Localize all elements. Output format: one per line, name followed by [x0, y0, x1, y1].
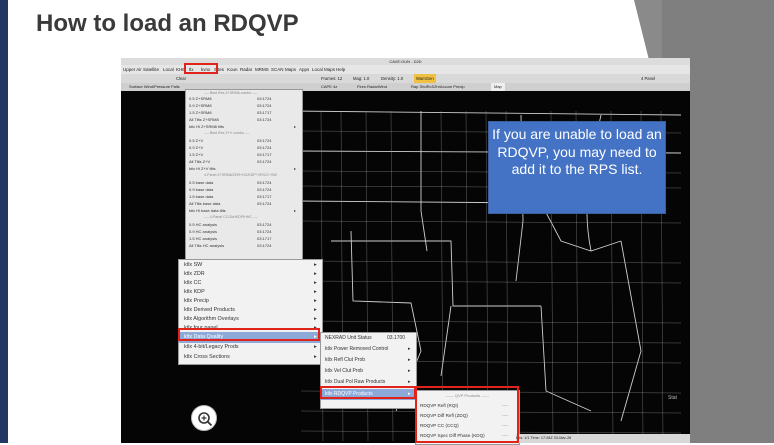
- rdqvp-item-refl[interactable]: RDQVP Refl (RQI) ----: [416, 401, 519, 411]
- menu-item[interactable]: All Tilts Z+V: [189, 159, 210, 164]
- menu-item[interactable]: 0.9 base data: [189, 187, 213, 192]
- menu-item[interactable]: All Tilts Z+SRM8: [189, 117, 219, 122]
- warngen-button[interactable]: WarnGen: [414, 74, 436, 83]
- submenu-arrow-icon: ▸: [314, 354, 317, 360]
- menu-item-time: 03:1717: [257, 152, 272, 157]
- menu-item[interactable]: 1.5 HC analysis: [189, 236, 217, 241]
- menu-item-time: 03:1724: [257, 222, 272, 227]
- submenu-item[interactable]: ktlx Power Removed Control ▸: [321, 344, 416, 355]
- rdqvp-item-kdp[interactable]: RDQVP Spec Diff Phase (KDQ) ----: [416, 431, 519, 441]
- menu-apps[interactable]: Apps: [299, 65, 309, 74]
- menubar: Upper Air Satellite Local KHB tlx kvnx S…: [121, 65, 690, 74]
- submenu-arrow-icon: ▸: [294, 124, 297, 129]
- menu-item[interactable]: 0.9 Z+SRM8: [189, 103, 212, 108]
- menu-item-time: 03:1717: [257, 110, 272, 115]
- menu-item-time: 03:1724: [257, 243, 272, 248]
- menu-koun[interactable]: Koun: [227, 65, 238, 74]
- submenu-arrow-icon: ▸: [294, 208, 297, 213]
- menu-item-time: 03:1724: [257, 96, 272, 101]
- menu-item[interactable]: 1.5 Z+SRM8: [189, 110, 212, 115]
- tlx-dropdown-menu: ---- Best Res Z+SRM8 combo ---- 0.5 Z+SR…: [185, 89, 303, 263]
- menu-separator: ---- Best Res Z+V combo ----: [204, 131, 250, 135]
- frames-selector[interactable]: Frames: 12: [321, 74, 342, 83]
- zoom-button[interactable]: [191, 405, 217, 431]
- menu-item[interactable]: ktlx Hi Z+SRM8 tilts: [189, 124, 224, 129]
- tab-rap-precip[interactable]: Rap ShdRcS2hrAccum Precip: [411, 83, 465, 91]
- menu-item-time: 03:1724: [257, 103, 272, 108]
- submenu-item-rdqvp-products[interactable]: ktlx RDQVP Products ▸: [321, 389, 416, 400]
- menu-item[interactable]: All Tilts HC analysis: [189, 243, 224, 248]
- menu-separator: 4-Panel Z+SRM8/ZDR+HC/KDP+VR/CC+SW: [204, 173, 277, 177]
- menu-satellite[interactable]: Satellite: [143, 65, 159, 74]
- menu-item[interactable]: 0.9 HC analysis: [189, 229, 217, 234]
- menu-item-time: 03:1717: [257, 194, 272, 199]
- menu-mrms[interactable]: MRMS: [255, 65, 269, 74]
- tab-surface-wind[interactable]: Surface Wind/Pressure Falls: [129, 83, 180, 91]
- menu-item[interactable]: 0.5 base data: [189, 180, 213, 185]
- submenu-arrow-icon: ▸: [408, 391, 411, 397]
- tab-map[interactable]: Map: [491, 83, 505, 91]
- submenu-arrow-icon: ▸: [408, 357, 411, 363]
- rdqvp-item-diff-refl[interactable]: RDQVP Diff Refl (ZDQ) ----: [416, 411, 519, 421]
- tab-fires[interactable]: Fires RadarWind: [357, 83, 387, 91]
- menu-local[interactable]: Local: [163, 65, 174, 74]
- menu-item[interactable]: 1.5 base data: [189, 194, 213, 199]
- menu-item[interactable]: ktlx Hi Z+V tilts: [189, 166, 216, 171]
- menu-item-time: 03:1724: [257, 180, 272, 185]
- slide-title: How to load an RDQVP: [36, 10, 299, 37]
- menu-separator: ---- 4-Panel CC/Zdr/KDP/HHC ----: [204, 215, 258, 219]
- magnifier-icon: [198, 412, 213, 427]
- submenu-arrow-icon: ▸: [408, 346, 411, 352]
- mag-selector[interactable]: Mag: 1.0: [353, 74, 369, 83]
- menu-item-time: 03:1724: [257, 145, 272, 150]
- menu-item-time: 03:1724: [257, 159, 272, 164]
- menu-item-time: 03:1724: [257, 201, 272, 206]
- tlx-product-submenu: ktlx SW ▸ ktlx ZDR ▸ ktlx CC ▸ ktlx KDP ▸ kt…: [178, 259, 323, 365]
- submenu-item[interactable]: ktlx Vel Clut Prob ▸: [321, 366, 416, 377]
- menu-help[interactable]: Help: [336, 65, 345, 74]
- submenu-item[interactable]: ktlx Refl Clut Prob ▸: [321, 355, 416, 366]
- menu-item[interactable]: ktlx Hi base data tilts: [189, 208, 226, 213]
- toolbar: Clear Frames: 12 Mag: 1.0 Density: 1.0 W…: [121, 74, 690, 83]
- submenu-arrow-icon: ▸: [294, 166, 297, 171]
- menu-item-time: 03:1724: [257, 138, 272, 143]
- menu-item[interactable]: 0.5 HC analysis: [189, 222, 217, 227]
- tab-cape[interactable]: CAPE 4z: [321, 83, 337, 91]
- menu-radar[interactable]: Radar: [240, 65, 252, 74]
- submenu-header: ------ QVP Products ------: [445, 393, 490, 398]
- submenu-item[interactable]: ktlx Cross Sections ▸: [179, 352, 322, 363]
- submenu-arrow-icon: ▸: [408, 379, 411, 385]
- menu-maps[interactable]: Maps: [285, 65, 296, 74]
- submenu-item[interactable]: ktlx Dual Pol Raw Products ▸: [321, 377, 416, 388]
- menu-kvnx[interactable]: kvnx: [201, 65, 210, 74]
- density-selector[interactable]: Density: 1.0: [381, 74, 403, 83]
- menu-item-time: 03:1717: [257, 236, 272, 241]
- slide-accent-bar: [0, 0, 8, 443]
- menu-item-time: 03:1724: [257, 187, 272, 192]
- window-titlebar: CAVE:OUN - D2D: [121, 58, 690, 65]
- menu-item[interactable]: 1.5 Z+V: [189, 152, 203, 157]
- menu-item[interactable]: All Tilts base data: [189, 201, 220, 206]
- instruction-callout: If you are unable to load an RDQVP, you …: [488, 121, 666, 214]
- corner-status-label: Stat: [668, 395, 677, 401]
- menu-khb[interactable]: KHB: [176, 65, 185, 74]
- menu-item[interactable]: 0.9 Z+V: [189, 145, 203, 150]
- panel-layout-button[interactable]: 4 Panel: [641, 74, 655, 83]
- status-bar: bns: 1/1 Time: 17:28Z 03-Mar-26: [516, 434, 690, 443]
- menu-upper-air[interactable]: Upper Air: [123, 65, 142, 74]
- menu-item-time: 03:1724: [257, 229, 272, 234]
- clear-button[interactable]: Clear: [176, 74, 186, 83]
- menu-sites[interactable]: Sites: [214, 65, 224, 74]
- menu-local-maps[interactable]: Local Maps: [312, 65, 335, 74]
- menu-item[interactable]: 0.5 Z+SRM8: [189, 96, 212, 101]
- submenu-item-unit-status[interactable]: NEXRAD Unit Status 03.1700: [321, 333, 416, 344]
- rdqvp-submenu: ------ QVP Products ------ RDQVP Refl (R…: [415, 390, 520, 445]
- data-quality-submenu: NEXRAD Unit Status 03.1700 ktlx Power Rem…: [320, 332, 417, 409]
- submenu-arrow-icon: ▸: [408, 368, 411, 374]
- menu-scan[interactable]: SCAN: [271, 65, 284, 74]
- menu-tlx[interactable]: tlx: [189, 65, 194, 74]
- rdqvp-item-cc[interactable]: RDQVP CC (CCQ) ----: [416, 421, 519, 431]
- menu-item-time: 03:1724: [257, 117, 272, 122]
- menu-item[interactable]: 0.5 Z+V: [189, 138, 203, 143]
